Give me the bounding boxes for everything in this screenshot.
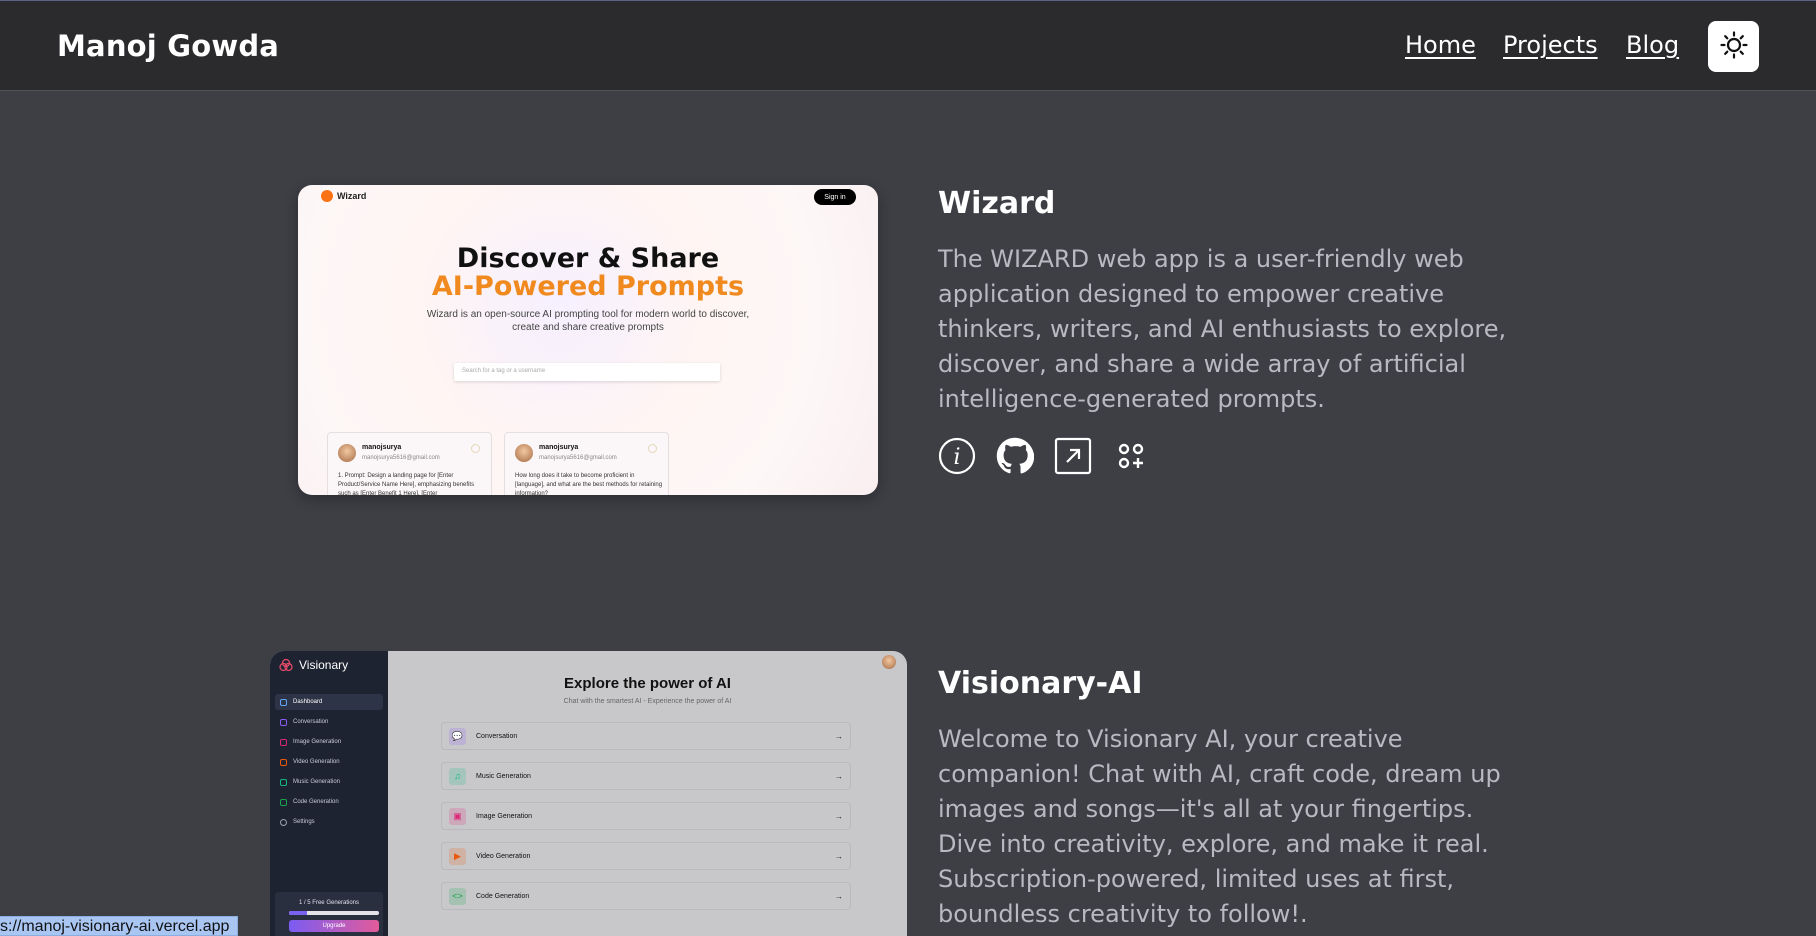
svg-text:i: i: [953, 445, 960, 470]
avatar: [882, 655, 896, 669]
wizard-screenshot[interactable]: Wizard Sign in Discover & Share AI-Power…: [298, 185, 878, 495]
card-prompt-text: 1. Prompt: Design a landing page for [En…: [338, 473, 475, 495]
tool-row-conversation: 💬 Conversation →: [441, 722, 851, 750]
tool-label: Video Generation: [476, 852, 531, 860]
tool-row-image-generation: ▣ Image Generation →: [441, 802, 851, 830]
nav-home-link[interactable]: Home: [1405, 31, 1476, 59]
free-generations-count: 1 / 5 Free Generations: [298, 900, 360, 906]
image-icon: [280, 738, 287, 746]
music-icon: [280, 778, 287, 786]
wizard-headline: Discover & Share: [456, 243, 720, 274]
sidebar-item-music: Music Generation: [275, 774, 383, 790]
project-links: i: [938, 437, 1528, 475]
arrow-right-icon: →: [835, 811, 843, 821]
arrow-right-icon: →: [835, 771, 843, 781]
card-prompt-text: How long does it take to become proficie…: [515, 473, 663, 495]
project-description: Welcome to Visionary AI, your creative c…: [938, 725, 1501, 928]
status-bar-url: s://manoj-visionary-ai.vercel.app: [0, 916, 239, 936]
wizard-headline-accent: AI-Powered Prompts: [431, 271, 745, 302]
video-icon: [280, 758, 287, 766]
tool-row-music-generation: ♫ Music Generation →: [441, 762, 851, 790]
visionary-logo-text: Visionary: [299, 658, 349, 672]
site-header: Manoj Gowda Home Projects Blog: [0, 0, 1816, 91]
wizard-prompt-card: manojsurya manojsurya5616@gmail.com 1. P…: [327, 432, 492, 495]
visionary-title: Explore the power of AI: [564, 675, 731, 692]
visionary-screenshot[interactable]: Visionary Dashboard Conversation Image G…: [270, 651, 907, 936]
sidebar-item-dashboard: Dashboard: [275, 694, 383, 710]
upgrade-button: Upgrade: [289, 920, 379, 932]
project-title: Visionary-AI: [938, 666, 1143, 701]
code-icon: [280, 798, 287, 806]
arrow-right-icon: →: [835, 891, 843, 901]
wizard-logo-icon: [321, 190, 333, 202]
dashboard-icon: [280, 698, 287, 706]
free-generations-progress: [289, 911, 379, 915]
copy-icon: [648, 444, 657, 453]
github-icon[interactable]: [996, 437, 1034, 475]
tool-icon: <>: [449, 887, 466, 905]
info-icon[interactable]: i: [938, 437, 976, 475]
sidebar-item-code: Code Generation: [275, 794, 383, 810]
wizard-prompt-card: manojsurya manojsurya5616@gmail.com How …: [504, 432, 669, 495]
sidebar-item-image: Image Generation: [275, 734, 383, 750]
wizard-logo: Wizard: [321, 190, 366, 202]
tool-row-code-generation: <> Code Generation →: [441, 882, 851, 910]
sun-icon: [1719, 30, 1748, 63]
free-generations-box: 1 / 5 Free Generations Upgrade: [275, 892, 383, 936]
tool-label: Music Generation: [476, 772, 531, 780]
avatar: [338, 444, 356, 462]
progress-fill: [289, 911, 307, 915]
visionary-subtitle: Chat with the smartest AI - Experience t…: [563, 698, 732, 705]
site-brand[interactable]: Manoj Gowda: [57, 29, 279, 63]
wizard-project-info: Wizard The WIZARD web app is a user-frie…: [938, 186, 1528, 475]
card-email: manojsurya5616@gmail.com: [362, 455, 440, 461]
tool-row-video-generation: ▶ Video Generation →: [441, 842, 851, 870]
visionary-logo-icon: [279, 658, 293, 672]
tool-icon: ▣: [449, 807, 466, 825]
tool-icon: ♫: [449, 767, 466, 785]
nav-blog-link[interactable]: Blog: [1626, 31, 1679, 59]
tool-label: Image Generation: [476, 812, 533, 820]
copy-icon: [471, 444, 480, 453]
visionary-sidebar: Visionary Dashboard Conversation Image G…: [270, 651, 388, 936]
arrow-right-icon: →: [835, 731, 843, 741]
theme-toggle-button[interactable]: [1708, 21, 1759, 72]
tool-icon: ▶: [449, 847, 466, 865]
sidebar-item-conversation: Conversation: [275, 714, 383, 730]
tool-label: Code Generation: [476, 892, 530, 900]
visionary-logo: Visionary: [279, 658, 348, 672]
tech-stack-icon[interactable]: [1112, 437, 1150, 475]
wizard-logo-text: Wizard: [337, 191, 367, 201]
chat-icon: [280, 718, 287, 726]
project-description: The WIZARD web app is a user-friendly we…: [938, 245, 1507, 413]
wizard-search-input: Search for a tag or a username: [454, 363, 720, 381]
gear-icon: [280, 818, 287, 826]
tool-icon: 💬: [449, 727, 466, 745]
project-title: Wizard: [938, 186, 1056, 221]
tool-label: Conversation: [476, 732, 518, 740]
sidebar-item-video: Video Generation: [275, 754, 383, 770]
avatar: [515, 444, 533, 462]
wizard-signin-button: Sign in: [814, 189, 856, 205]
card-email: manojsurya5616@gmail.com: [539, 455, 617, 461]
external-link-icon[interactable]: [1054, 437, 1092, 475]
arrow-right-icon: →: [835, 851, 843, 861]
card-username: manojsurya: [539, 444, 579, 451]
wizard-subtitle: Wizard is an open-source AI prompting to…: [426, 309, 750, 333]
sidebar-item-settings: Settings: [275, 814, 383, 830]
card-username: manojsurya: [362, 444, 402, 451]
visionary-project-info: Visionary-AI Welcome to Visionary AI, yo…: [938, 666, 1528, 932]
nav-projects-link[interactable]: Projects: [1503, 31, 1598, 59]
